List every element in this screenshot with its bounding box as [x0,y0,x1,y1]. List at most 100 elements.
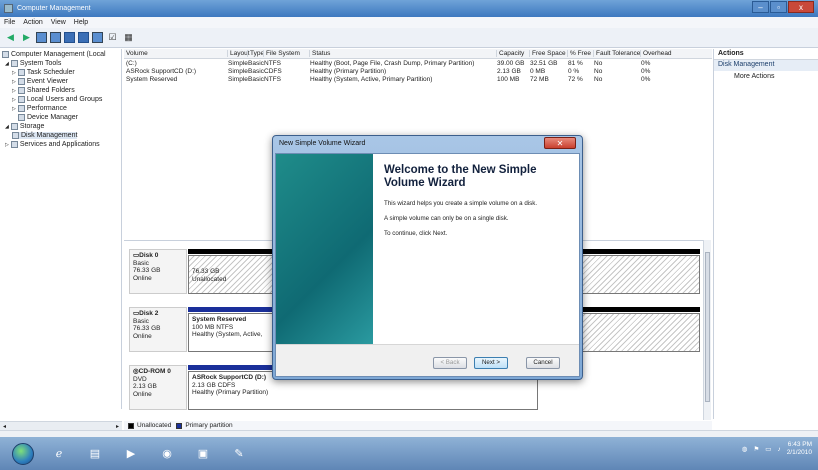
new-simple-volume-wizard: New Simple Volume Wizard ✕ Welcome to th… [272,135,583,380]
flag-tray-icon[interactable]: ⚑ [753,445,759,453]
folder-icon [17,87,25,94]
scrollbar-thumb[interactable] [705,252,710,402]
clock-time: 6:43 PM [787,441,812,448]
wizard-content: Welcome to the New Simple Volume Wizard … [384,164,574,245]
actions-pane: Actions Disk Management More Actions [713,49,818,419]
navigation-tree: Computer Management (Local ◢ System Tools… [0,49,122,409]
primary-swatch [176,422,183,429]
col-type[interactable]: Type [247,50,264,57]
forward-arrow-icon[interactable]: ▶ [20,31,33,44]
clock-icon [17,69,25,76]
disk-0-label[interactable]: ▭Disk 0 Basic 76.33 GB Online [129,249,187,294]
back-arrow-icon[interactable]: ◀ [4,31,17,44]
col-capacity[interactable]: Capacity [496,50,524,57]
services-icon [10,141,18,148]
scroll-left-icon[interactable]: ◂ [3,423,6,430]
col-fault-tolerance[interactable]: Fault Tolerance [593,50,640,57]
actions-section-disk-management[interactable]: Disk Management [714,60,818,71]
tree-item-local-users[interactable]: ▷ Local Users and Groups [12,96,102,103]
window-title: Computer Management [17,5,91,12]
legend-primary: Primary partition [185,422,233,429]
internet-explorer-icon[interactable]: ℯ [48,444,70,464]
menu-bar: File Action View Help [0,17,818,28]
tree-horizontal-scrollbar[interactable]: ◂ ▸ [0,421,122,430]
disk-icon [12,132,19,139]
clock-date: 2/1/2010 [786,449,812,456]
volume-tray-icon[interactable]: ♪ [777,446,780,453]
maximize-button[interactable]: ▫ [770,1,787,13]
col-overhead[interactable]: Overhead [640,50,672,57]
tree-item-device-manager[interactable]: Device Manager [18,114,78,121]
checkbox-icon[interactable]: ☑ [106,31,119,44]
disk-pane-scrollbar[interactable] [703,240,711,420]
show-hide-tree-icon[interactable] [50,32,61,43]
tree-item-services-apps[interactable]: ▷ Services and Applications [5,141,100,148]
col-file-system[interactable]: File System [263,50,300,57]
next-button[interactable]: Next > [474,357,508,369]
tree-item-disk-management[interactable]: Disk Management [12,132,78,139]
dialog-title: New Simple Volume Wizard [279,140,366,147]
tree-item-event-viewer[interactable]: ▷ Event Viewer [12,78,68,85]
wizard-text-2: A simple volume can only be on a single … [384,215,509,222]
computer-management-taskbar-icon[interactable]: ▣ [192,444,214,464]
disk-2-label[interactable]: ▭Disk 2 Basic 76.33 GB Online [129,307,187,352]
media-player-icon[interactable]: ▶ [120,444,142,464]
menu-file[interactable]: File [4,19,15,26]
more-actions-link[interactable]: More Actions [714,71,818,80]
clock[interactable]: 6:43 PM 2/1/2010 [787,441,812,457]
paint-icon[interactable]: ✎ [228,444,250,464]
close-button[interactable]: x [788,1,814,13]
tree-item-task-scheduler[interactable]: ▷ Task Scheduler [12,69,75,76]
col-status[interactable]: Status [309,50,330,57]
display-tray-icon[interactable]: ▭ [765,445,771,453]
scroll-right-icon[interactable]: ▸ [116,423,119,430]
volume-table-header: Volume Layout Type File System Status Ca… [124,49,712,59]
back-button[interactable]: < Back [433,357,467,369]
tree-item-storage[interactable]: ◢ Storage [5,123,44,130]
computer-icon [2,51,9,58]
status-bar [0,430,818,437]
table-row[interactable]: ASRock SupportCD (D:) Simple Basic CDFS … [124,68,712,76]
properties-icon[interactable] [64,32,75,43]
minimize-button[interactable]: – [752,1,769,13]
wizard-text-3: To continue, click Next. [384,230,448,237]
tree-item-computer-management[interactable]: Computer Management (Local [2,51,106,58]
col-percent-free[interactable]: % Free [567,50,591,57]
computer-management-icon [4,4,13,13]
col-free-space[interactable]: Free Space [529,50,566,57]
network-icon[interactable]: ◉ [156,444,178,464]
col-volume[interactable]: Volume [124,50,148,57]
legend-unallocated: Unallocated [137,422,172,429]
cancel-button[interactable]: Cancel [526,357,560,369]
storage-icon [10,123,18,130]
tree-item-performance[interactable]: ▷ Performance [12,105,67,112]
start-button[interactable] [12,442,34,465]
tools-icon [10,60,18,67]
menu-view[interactable]: View [51,19,66,26]
explorer-folder-icon[interactable]: ▤ [84,444,106,464]
window-title-bar[interactable]: Computer Management – ▫ x [0,0,818,17]
up-folder-icon[interactable] [36,32,47,43]
taskbar: ℯ ▤ ▶ ◉ ▣ ✎ ◍ ⚑ ▭ ♪ 6:43 PM 2/1/2010 [0,437,818,470]
menu-action[interactable]: Action [23,19,42,26]
tree-item-shared-folders[interactable]: ▷ Shared Folders [12,87,75,94]
wizard-banner-image [276,154,373,344]
dialog-body: Welcome to the New Simple Volume Wizard … [275,153,580,377]
cdrom-0-label[interactable]: ◎CD-ROM 0 DVD 2.13 GB Online [129,365,187,410]
tree-item-system-tools[interactable]: ◢ System Tools [5,60,61,67]
network-tray-icon[interactable]: ◍ [742,445,748,453]
settings-icon[interactable]: ▦ [122,31,135,44]
menu-help[interactable]: Help [74,19,88,26]
console-icon[interactable] [92,32,103,43]
system-tray: ◍ ⚑ ▭ ♪ 6:43 PM 2/1/2010 [742,441,812,457]
device-manager-icon [18,114,25,121]
users-icon [17,96,25,103]
dialog-close-button[interactable]: ✕ [544,137,576,149]
unallocated-swatch [128,422,134,429]
partition-legend: Unallocated Primary partition [124,421,712,430]
performance-icon [17,105,25,112]
table-row[interactable]: System Reserved Simple Basic NTFS Health… [124,76,712,84]
table-row[interactable]: (C:) Simple Basic NTFS Healthy (Boot, Pa… [124,60,712,68]
dialog-footer: < Back Next > Cancel [276,344,579,376]
help-icon[interactable] [78,32,89,43]
